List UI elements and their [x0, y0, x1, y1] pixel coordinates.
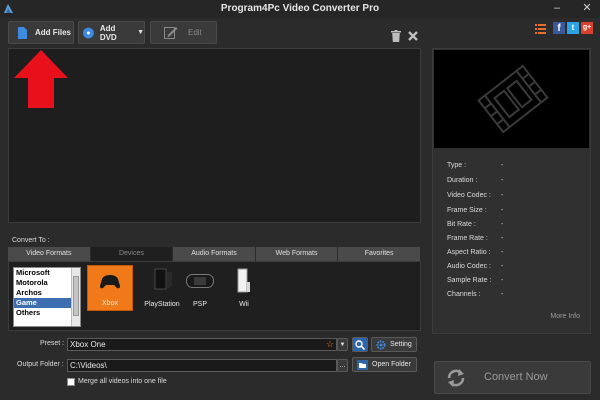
info-panel: Type :- Duration :- Video Codec :- Frame… [432, 48, 591, 334]
folder-icon [357, 359, 368, 370]
output-folder-input[interactable]: C:\Videos\ [67, 359, 337, 372]
close-window-button[interactable]: ✕ [579, 1, 595, 16]
video-thumbnail [434, 50, 589, 148]
info-row-audio-codec: Audio Codec :- [447, 263, 504, 270]
scroll-thumb[interactable] [73, 276, 79, 316]
setting-label: Setting [390, 341, 412, 348]
info-row-duration: Duration :- [447, 177, 504, 184]
convert-now-label: Convert Now [484, 371, 548, 383]
format-tabs: Video Formats Devices Audio Formats Web … [8, 247, 421, 261]
tab-web-formats[interactable]: Web Formats [255, 247, 339, 261]
more-info-link[interactable]: More Info [550, 313, 580, 320]
device-wii[interactable]: Wii [221, 265, 267, 311]
browse-label: ... [339, 362, 346, 369]
add-dvd-button[interactable]: Add DVD ▼ [78, 21, 145, 44]
chevron-down-icon: ▼ [339, 341, 346, 348]
info-row-type: Type :- [447, 162, 504, 169]
edit-icon [164, 27, 178, 39]
up-arrow-icon [14, 50, 68, 108]
gear-icon [376, 339, 386, 350]
list-icon[interactable] [535, 24, 546, 34]
info-row-sample-rate: Sample Rate :- [447, 277, 504, 284]
device-panel: Microsoft Motorola Archos Game Others Xb… [8, 261, 421, 331]
twitter-icon[interactable]: t [567, 22, 579, 34]
device-label-psp: PSP [192, 301, 207, 308]
convert-to-label: Convert To : [12, 237, 50, 244]
file-icon [18, 26, 27, 39]
open-folder-button[interactable]: Open Folder [352, 357, 417, 372]
trash-icon[interactable] [391, 30, 401, 42]
facebook-icon[interactable]: f [553, 22, 565, 34]
search-icon [355, 339, 365, 350]
add-files-label: Add Files [35, 28, 72, 37]
add-files-button[interactable]: Add Files [8, 21, 74, 44]
tab-devices[interactable]: Devices [90, 247, 174, 261]
edit-label: Edit [188, 28, 202, 37]
brand-list[interactable]: Microsoft Motorola Archos Game Others [13, 267, 81, 327]
edit-button[interactable]: Edit [150, 21, 217, 44]
output-folder-label: Output Folder : [17, 361, 64, 368]
refresh-icon [447, 369, 465, 387]
info-row-channels: Channels :- [447, 291, 504, 298]
search-button[interactable] [352, 337, 368, 352]
info-row-bit-rate: Bit Rate :- [447, 221, 504, 228]
preset-value: Xbox One [70, 340, 106, 349]
info-row-frame-rate: Frame Rate :- [447, 235, 504, 242]
info-row-frame-size: Frame Size :- [447, 207, 504, 214]
preset-select[interactable]: Xbox One ☆ [67, 338, 337, 351]
merge-label: Merge all videos into one file [78, 378, 167, 385]
output-folder-value: C:\Videos\ [70, 361, 107, 370]
info-row-video-codec: Video Codec :- [447, 192, 504, 199]
tab-favorites[interactable]: Favorites [338, 247, 421, 261]
info-row-aspect-ratio: Aspect Ratio :- [447, 249, 504, 256]
merge-checkbox[interactable] [67, 378, 75, 386]
psp-icon [186, 274, 214, 288]
minimize-button[interactable]: – [549, 1, 565, 16]
chevron-down-icon[interactable]: ▼ [137, 29, 144, 36]
device-label-wii: Wii [239, 301, 249, 308]
setting-button[interactable]: Setting [371, 337, 417, 352]
playstation-icon [154, 268, 172, 290]
add-dvd-label: Add DVD [99, 23, 117, 42]
browse-button[interactable]: ... [337, 359, 348, 372]
xbox-icon [100, 275, 120, 289]
open-folder-label: Open Folder [372, 361, 411, 368]
preset-dropdown-button[interactable]: ▼ [337, 338, 348, 351]
brand-list-scrollbar[interactable] [71, 268, 80, 326]
device-psp[interactable]: PSP [177, 265, 223, 311]
title-bar: Program4Pc Video Converter Pro – ✕ [0, 0, 600, 18]
convert-now-button[interactable]: Convert Now [434, 361, 591, 394]
disc-icon [83, 27, 94, 38]
tab-audio-formats[interactable]: Audio Formats [173, 247, 256, 261]
window-title: Program4Pc Video Converter Pro [220, 3, 380, 14]
preset-label: Preset : [40, 340, 65, 347]
tab-video-formats[interactable]: Video Formats [8, 247, 91, 261]
wii-icon [237, 268, 250, 293]
device-label-xbox: Xbox [102, 300, 118, 307]
file-list-area[interactable] [8, 48, 421, 223]
google-plus-icon[interactable]: g+ [581, 22, 593, 34]
device-xbox[interactable]: Xbox [87, 265, 133, 311]
close-icon[interactable] [408, 31, 418, 41]
favorite-star-icon[interactable]: ☆ [326, 339, 334, 350]
